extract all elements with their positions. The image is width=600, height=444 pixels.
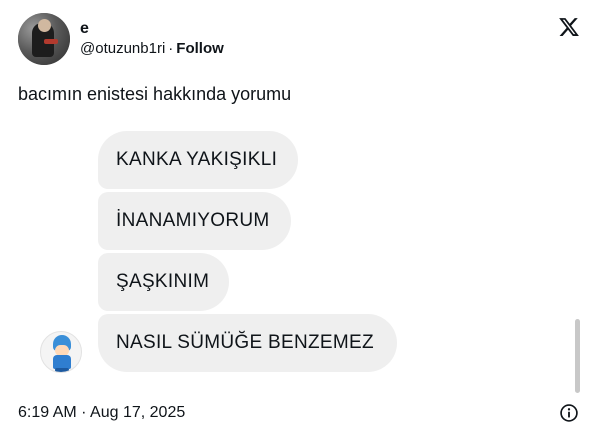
info-icon[interactable] bbox=[559, 403, 579, 423]
sender-avatar bbox=[40, 331, 82, 373]
author-handle-row: @otuzunb1ri · Follow bbox=[80, 39, 224, 59]
message-bubble: KANKA YAKIŞIKLI bbox=[98, 131, 298, 189]
tweet-timestamp[interactable]: 6:19 AM · Aug 17, 2025 bbox=[18, 403, 185, 423]
message-bubble: ŞAŞKINIM bbox=[98, 253, 229, 311]
author-display-name[interactable]: e bbox=[80, 19, 224, 39]
tweet-text: bacımın enistesi hakkında yorumu bbox=[18, 84, 292, 104]
message-bubble: NASIL SÜMÜĞE BENZEMEZ bbox=[98, 314, 397, 372]
message-bubble: İNANAMIYORUM bbox=[98, 192, 291, 250]
scrollbar[interactable] bbox=[575, 319, 580, 393]
author-meta: e @otuzunb1ri · Follow bbox=[80, 13, 224, 65]
tweet-header: e @otuzunb1ri · Follow bbox=[18, 12, 224, 66]
author-handle[interactable]: @otuzunb1ri bbox=[80, 40, 165, 57]
follow-button[interactable]: Follow bbox=[176, 40, 224, 57]
separator-dot: · bbox=[168, 40, 174, 57]
author-avatar[interactable] bbox=[18, 13, 70, 65]
x-logo-icon[interactable] bbox=[558, 16, 580, 38]
